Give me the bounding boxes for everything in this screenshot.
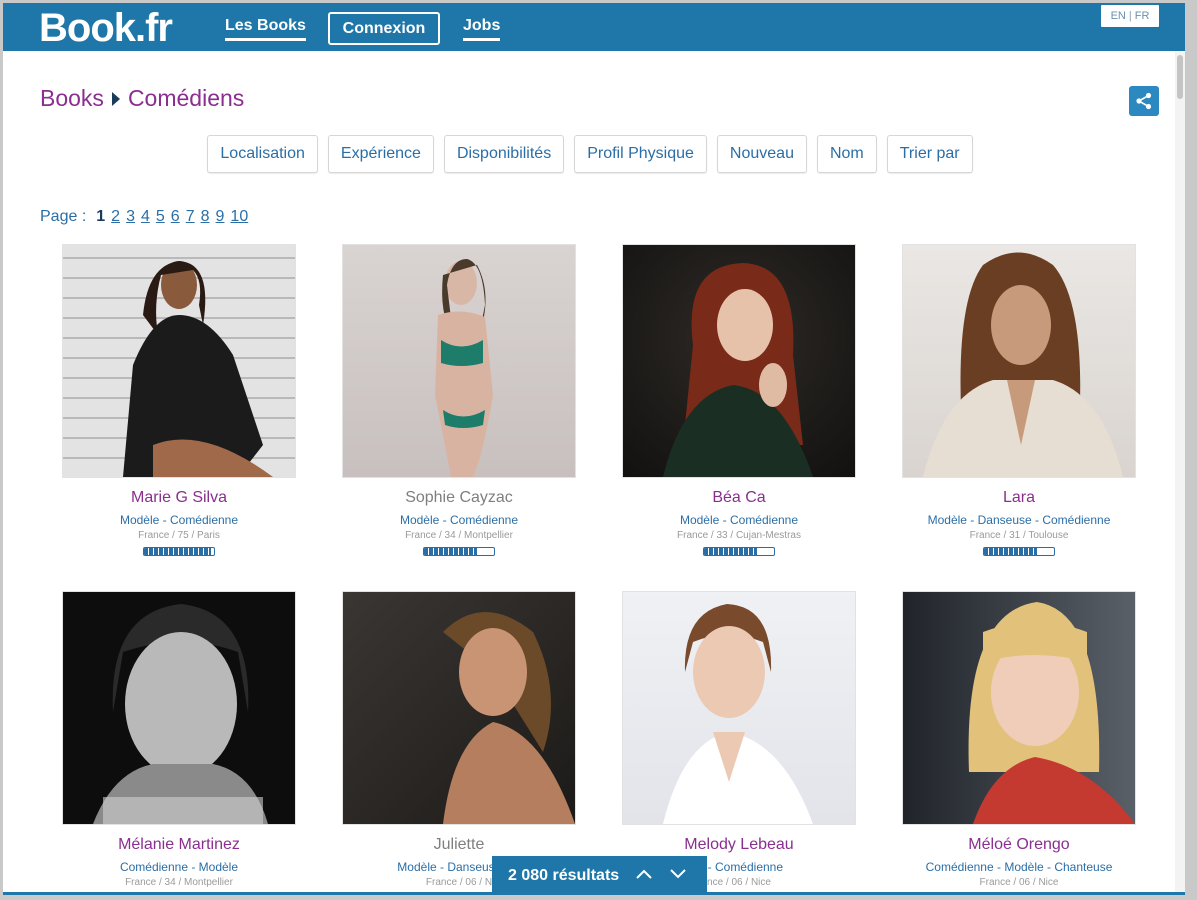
photo-silhouette: [663, 604, 813, 824]
photo-silhouette: [435, 259, 493, 477]
browser-viewport: Book.fr Les Books Connexion Jobs EN | FR B…: [3, 3, 1185, 895]
profile-location: France / 75 / Paris: [138, 530, 220, 541]
pagination-label: Page :: [40, 208, 87, 225]
lang-en[interactable]: EN: [1111, 10, 1126, 22]
profile-location: France / 34 / Montpellier: [125, 877, 233, 888]
profile-name[interactable]: Sophie Cayzac: [343, 489, 575, 507]
filter-experience[interactable]: Expérience: [327, 135, 434, 173]
profile-name[interactable]: Méloé Orengo: [903, 836, 1135, 854]
vertical-scrollbar[interactable]: [1175, 51, 1185, 895]
profile-roles: Comédienne - Modèle: [119, 860, 239, 874]
filter-bar: Localisation Expérience Disponibilités P…: [3, 135, 1185, 173]
profile-photo[interactable]: [623, 245, 855, 477]
profile-location: France / 31 / Toulouse: [969, 530, 1069, 541]
chevron-down-icon[interactable]: [669, 867, 687, 885]
profile-card[interactable]: Marie G Silva Modèle - Comédienne France…: [63, 245, 295, 556]
breadcrumb-current: Comédiens: [127, 85, 245, 111]
filter-nouveau[interactable]: Nouveau: [716, 135, 807, 173]
profile-level-fill: [424, 548, 477, 555]
breadcrumb-root[interactable]: Books: [40, 85, 104, 112]
share-icon: [1136, 92, 1152, 110]
profile-level-fill: [704, 548, 757, 555]
top-navigation-bar: Book.fr Les Books Connexion Jobs EN | FR: [3, 3, 1185, 51]
page-link-2[interactable]: 2: [111, 208, 120, 226]
profile-level-fill: [144, 548, 211, 555]
profile-level-bar: [143, 547, 215, 556]
filter-disponibilites[interactable]: Disponibilités: [443, 135, 565, 173]
profile-roles: Comédienne - Modèle - Chanteuse: [925, 860, 1113, 874]
page-link-9[interactable]: 9: [216, 208, 225, 226]
page-link-7[interactable]: 7: [186, 208, 195, 226]
profile-location: France / 34 / Montpellier: [405, 530, 513, 541]
photo-silhouette: [93, 604, 268, 824]
profile-name[interactable]: Juliette: [343, 836, 575, 854]
profile-level-fill: [984, 548, 1037, 555]
results-count: 2 080 résultats: [508, 867, 620, 884]
profile-name[interactable]: Melody Lebeau: [623, 836, 855, 854]
photo-silhouette: [968, 602, 1135, 824]
profile-name[interactable]: Marie G Silva: [63, 489, 295, 507]
profile-photo[interactable]: [343, 592, 575, 824]
bottom-accent-line: [3, 892, 1185, 895]
breadcrumb-arrow-icon: [111, 91, 120, 106]
photo-silhouette: [923, 252, 1123, 477]
pagination: Page : 1 2 3 4 5 6 7 8 9 10: [40, 208, 248, 226]
profile-roles: Modèle - Comédienne: [119, 513, 239, 527]
page-link-8[interactable]: 8: [201, 208, 210, 226]
profile-level-bar: [423, 547, 495, 556]
profile-roles: Modèle - Comédienne: [679, 513, 799, 527]
nav-les-books[interactable]: Les Books: [225, 17, 306, 41]
photo-silhouette: [663, 263, 813, 477]
profile-photo[interactable]: [63, 592, 295, 824]
page-link-3[interactable]: 3: [126, 208, 135, 226]
photo-silhouette: [443, 612, 575, 824]
lang-separator: |: [1128, 10, 1132, 22]
page-link-1[interactable]: 1: [96, 208, 105, 226]
share-button[interactable]: [1129, 86, 1159, 116]
page-link-4[interactable]: 4: [141, 208, 150, 226]
site-logo[interactable]: Book.fr: [39, 7, 173, 49]
filter-trier-par[interactable]: Trier par: [886, 135, 973, 173]
profile-name[interactable]: Béa Ca: [623, 489, 855, 507]
language-switcher: EN | FR: [1101, 5, 1159, 27]
nav-jobs[interactable]: Jobs: [463, 17, 501, 41]
page-link-10[interactable]: 10: [230, 208, 248, 226]
profile-photo[interactable]: [623, 592, 855, 824]
profile-level-bar: [703, 547, 775, 556]
profile-card[interactable]: Méloé Orengo Comédienne - Modèle - Chant…: [903, 592, 1135, 888]
profile-photo[interactable]: [343, 245, 575, 477]
profile-photo[interactable]: [903, 592, 1135, 824]
scrollbar-thumb[interactable]: [1177, 55, 1183, 99]
profile-photo[interactable]: [63, 245, 295, 477]
filter-nom[interactable]: Nom: [816, 135, 877, 173]
profile-card[interactable]: Lara Modèle - Danseuse - Comédienne Fran…: [903, 245, 1135, 556]
profile-roles: Modèle - Comédienne: [399, 513, 519, 527]
page-link-6[interactable]: 6: [171, 208, 180, 226]
profile-roles: Modèle - Danseuse - Comédienne: [927, 513, 1111, 527]
profile-card[interactable]: Mélanie Martinez Comédienne - Modèle Fra…: [63, 592, 295, 888]
profile-name[interactable]: Mélanie Martinez: [63, 836, 295, 854]
results-bar: 2 080 résultats: [492, 856, 707, 895]
profile-location: France / 06 / Nice: [979, 877, 1059, 888]
profile-name[interactable]: Lara: [903, 489, 1135, 507]
connexion-button[interactable]: Connexion: [328, 12, 440, 45]
profile-card[interactable]: Melody Lebeau le - Comédienne nce / 06 /…: [623, 592, 855, 888]
profile-photo[interactable]: [903, 245, 1135, 477]
photo-silhouette: [123, 261, 273, 477]
breadcrumb: Books Comédiens: [40, 85, 244, 112]
filter-localisation[interactable]: Localisation: [207, 135, 318, 173]
profile-card[interactable]: Juliette Modèle - Danseuse - C France / …: [343, 592, 575, 888]
chevron-up-icon[interactable]: [635, 867, 653, 885]
filter-profil-physique[interactable]: Profil Physique: [574, 135, 707, 173]
profile-location: France / 33 / Cujan-Mestras: [677, 530, 801, 541]
lang-fr[interactable]: FR: [1135, 10, 1150, 22]
profile-card[interactable]: Béa Ca Modèle - Comédienne France / 33 /…: [623, 245, 855, 556]
profile-level-bar: [983, 547, 1055, 556]
page-link-5[interactable]: 5: [156, 208, 165, 226]
profile-card[interactable]: Sophie Cayzac Modèle - Comédienne France…: [343, 245, 575, 556]
